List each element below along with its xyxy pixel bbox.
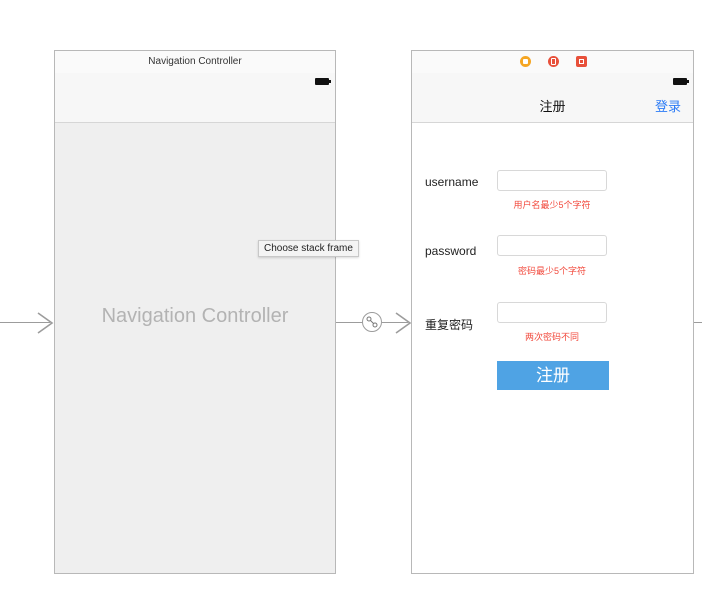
tooltip: Choose stack frame — [258, 240, 359, 257]
entry-arrow-head — [37, 312, 54, 334]
register-button[interactable]: 注册 — [497, 361, 609, 390]
scene-dock — [412, 51, 693, 74]
login-button[interactable]: 登录 — [655, 96, 681, 115]
scene-title-bar[interactable]: Navigation Controller — [55, 51, 335, 74]
outgoing-segue-stub — [694, 322, 702, 323]
repeat-password-error: 两次密码不同 — [524, 332, 579, 342]
password-label: password — [425, 244, 477, 258]
username-error: 用户名最少5个字符 — [513, 200, 591, 210]
password-field[interactable] — [497, 235, 607, 256]
nav-title: 注册 — [539, 99, 566, 114]
repeat-password-label: 重复密码 — [425, 318, 474, 332]
exit-icon[interactable] — [576, 56, 587, 67]
first-responder-icon[interactable] — [548, 56, 559, 67]
username-label: username — [425, 175, 479, 189]
scene-center-label: Navigation Controller — [101, 305, 289, 327]
scene-content — [55, 123, 335, 573]
segue-relationship-icon[interactable] — [362, 312, 382, 332]
link-icon — [366, 316, 378, 328]
segue-arrow-head — [395, 312, 412, 334]
navigation-bar — [55, 73, 335, 123]
password-error: 密码最少5个字符 — [517, 266, 586, 276]
register-scene[interactable]: 注册 登录 username 用户名最少5个字符 password 密码最少5个… — [411, 50, 694, 574]
battery-icon — [315, 78, 331, 85]
username-field[interactable] — [497, 170, 607, 191]
navigation-controller-scene[interactable]: Navigation Controller Navigation Control… — [54, 50, 336, 574]
battery-icon — [673, 78, 689, 85]
repeat-password-field[interactable] — [497, 302, 607, 323]
segue-line-left — [336, 322, 363, 323]
view-controller-icon[interactable] — [520, 56, 531, 67]
